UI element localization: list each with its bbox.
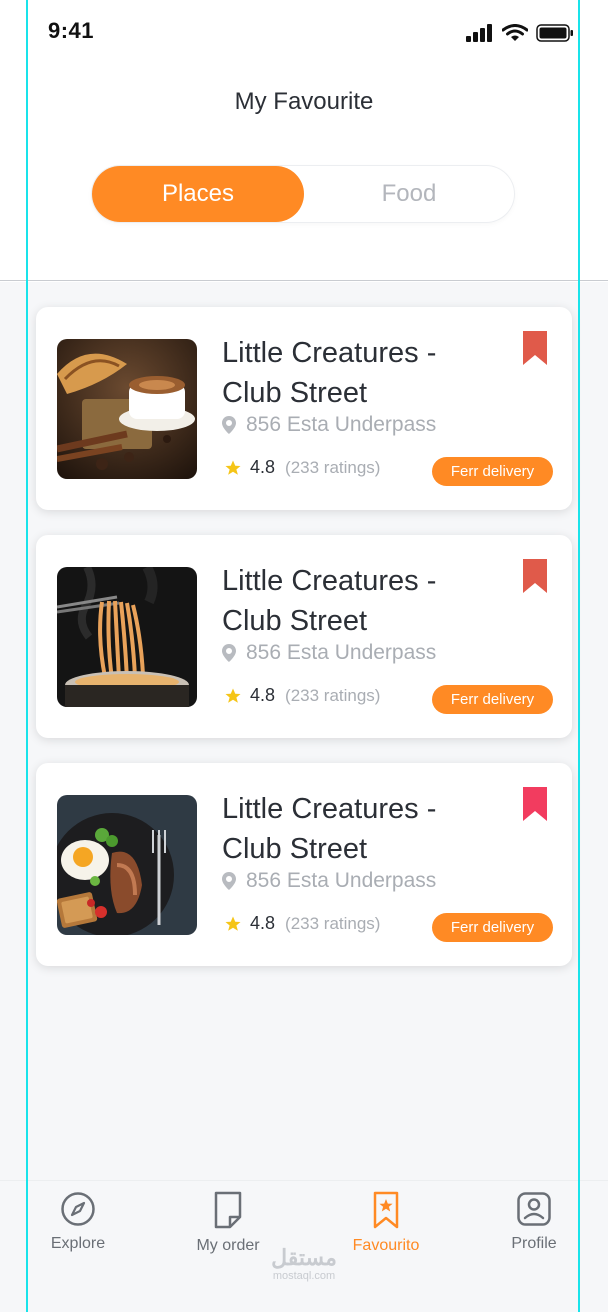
watermark-arabic: مستقل [271,1245,337,1270]
favourite-card[interactable]: Little Creatures - Club Street 856 Esta … [36,763,572,966]
nav-label-profile: Profile [511,1235,557,1252]
nav-explore[interactable]: Explore [18,1191,138,1253]
address-text: 856 Esta Underpass [246,413,437,436]
nav-profile[interactable]: Profile [474,1191,594,1253]
rating-value: 4.8 [250,913,276,933]
header: My Favourite Places Food [0,64,608,281]
address: 856 Esta Underpass [222,641,436,665]
rating-count: (233 ratings) [285,457,381,477]
bookmark-icon[interactable] [523,559,547,593]
cellular-signal-icon [466,24,492,42]
favourite-card[interactable]: Little Creatures - Club Street 856 Esta … [36,535,572,738]
watermark: مستقل mostaql.com [262,1245,346,1283]
profile-icon [517,1192,551,1226]
compass-icon [61,1192,95,1226]
page-title: My Favourite [234,88,374,115]
rating: 4.8 (233 ratings) [224,913,380,934]
address: 856 Esta Underpass [222,413,436,437]
address: 856 Esta Underpass [222,869,436,893]
segmented-control: Places Food [92,166,514,222]
rating: 4.8 (233 ratings) [224,685,380,706]
place-name: Little Creatures - Club Street [222,337,437,409]
location-pin-icon [222,416,236,434]
rating-value: 4.8 [250,457,276,477]
status-icons [466,24,574,42]
coffee-croissant-photo [57,339,197,479]
rating: 4.8 (233 ratings) [224,457,380,478]
tab-places[interactable]: Places [92,166,304,222]
status-time: 9:41 [48,18,95,43]
rating-count: (233 ratings) [285,685,381,705]
breakfast-plate-photo [57,795,197,935]
bookmark-star-icon [373,1191,399,1229]
location-pin-icon [222,644,236,662]
battery-icon [536,24,573,42]
address-text: 856 Esta Underpass [246,641,437,664]
star-icon [225,460,241,475]
delivery-badge: Ferr delivery [432,457,553,486]
watermark-latin: mostaql.com [272,1270,336,1282]
delivery-badge: Ferr delivery [432,685,553,714]
star-icon [225,688,241,703]
guide-line-left [26,0,28,1312]
nav-label-explore: Explore [50,1235,106,1252]
favourite-card[interactable]: Little Creatures - Club Street 856 Esta … [36,307,572,510]
bookmark-icon[interactable] [523,331,547,365]
noodles-photo [57,567,197,707]
wifi-icon [502,24,528,41]
place-name: Little Creatures - Club Street [222,565,437,637]
address-text: 856 Esta Underpass [246,869,437,892]
status-bar: 9:41 [0,0,608,64]
tab-food[interactable]: Food [304,166,514,222]
rating-value: 4.8 [250,685,276,705]
receipt-icon [214,1191,242,1229]
place-name: Little Creatures - Club Street [222,793,437,865]
location-pin-icon [222,872,236,890]
rating-count: (233 ratings) [285,913,381,933]
favourites-list: Little Creatures - Club Street 856 Esta … [0,282,608,1180]
guide-line-right [578,0,580,1312]
delivery-badge: Ferr delivery [432,913,553,942]
star-icon [225,916,241,931]
bookmark-icon[interactable] [523,787,547,821]
